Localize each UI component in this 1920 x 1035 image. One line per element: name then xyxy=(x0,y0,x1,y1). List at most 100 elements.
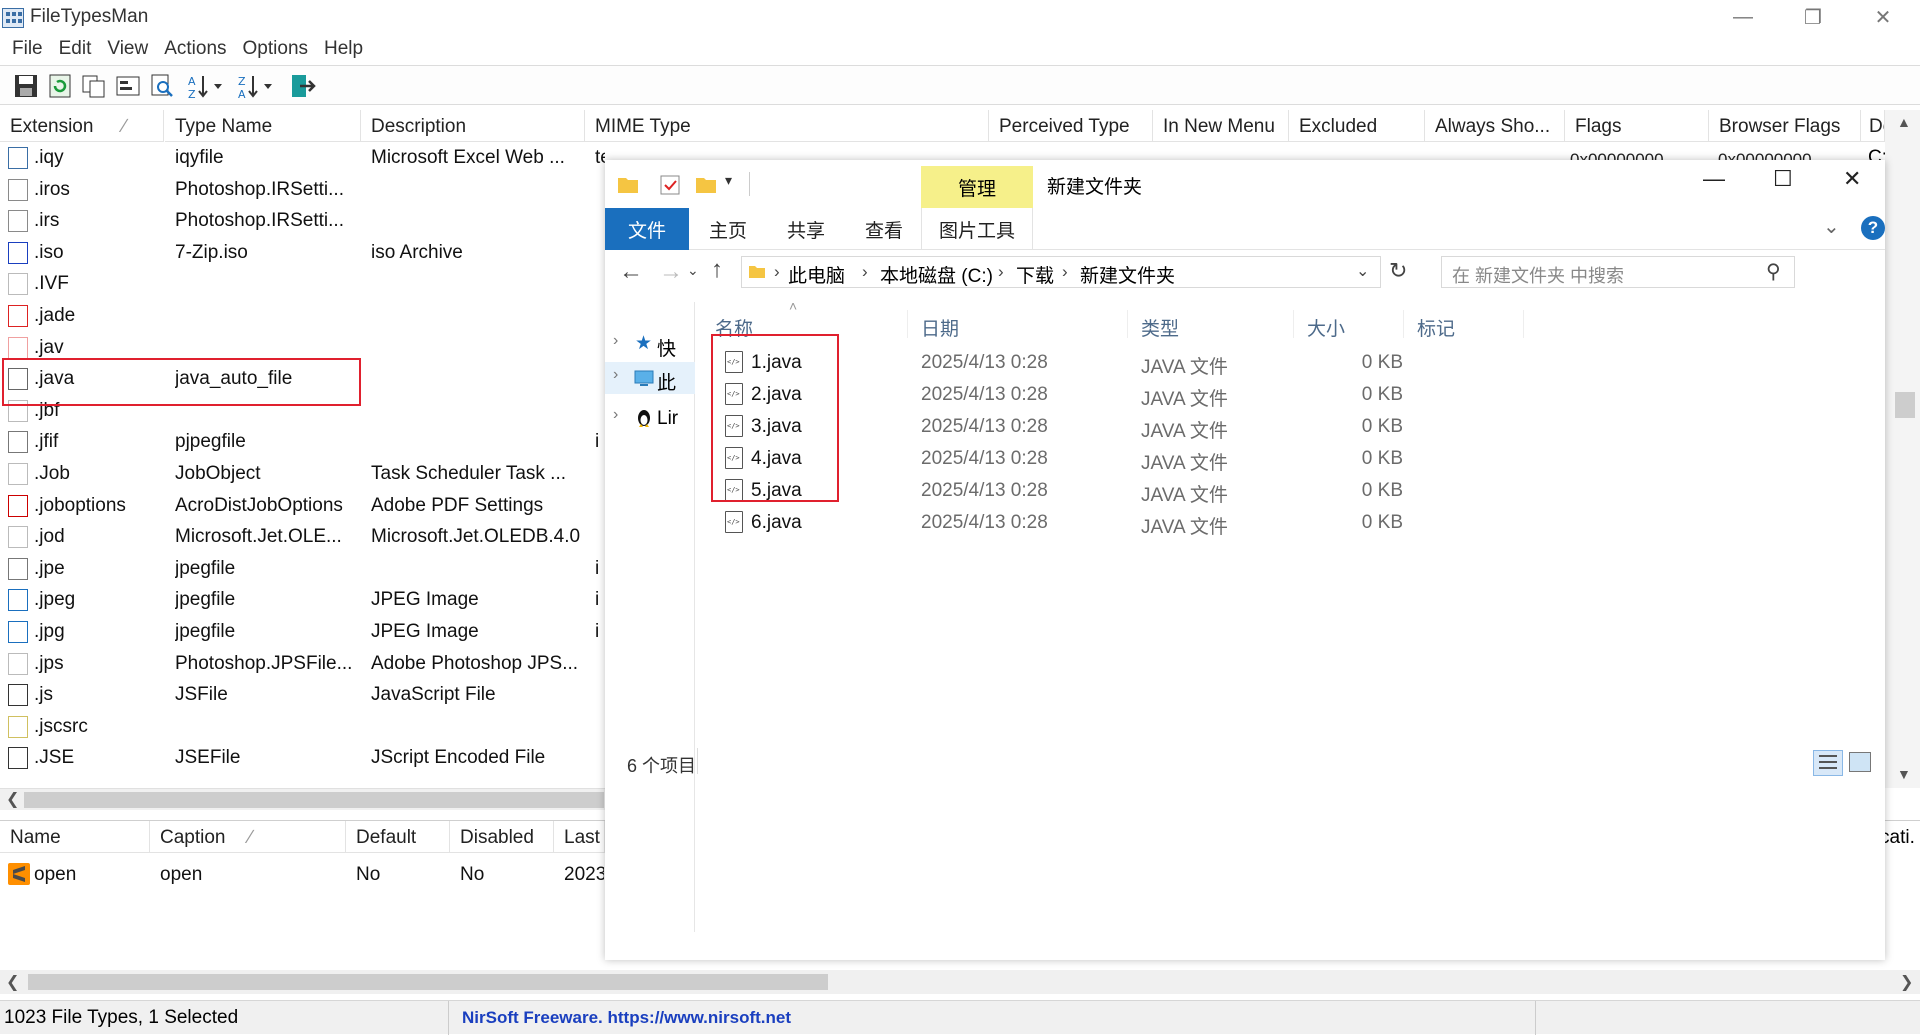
file-type-row[interactable]: .jpg jpegfile JPEG Image i xyxy=(0,616,605,648)
column-header-excluded[interactable]: Excluded xyxy=(1289,110,1425,142)
breadcrumb-this-pc[interactable]: 此电脑 xyxy=(788,261,845,288)
properties-icon[interactable] xyxy=(114,72,142,100)
search-box[interactable]: 在 新建文件夹 中搜索 ⚲ xyxy=(1441,256,1795,288)
search-input[interactable]: 在 新建文件夹 中搜索 xyxy=(1452,262,1624,288)
file-type-row[interactable]: .js JSFile JavaScript File xyxy=(0,679,605,711)
list-horizontal-scroll-thumb[interactable] xyxy=(24,792,604,808)
file-type-row[interactable]: .IVF xyxy=(0,268,605,300)
file-type-row[interactable]: .jscsrc xyxy=(0,711,605,743)
action-row[interactable]: open open No No 2023 xyxy=(0,859,605,891)
scroll-left-icon[interactable]: ❮ xyxy=(6,789,19,809)
column-header-type[interactable]: 类型 xyxy=(1141,314,1179,341)
recent-locations-icon[interactable]: ⌄ xyxy=(687,262,699,279)
menu-edit[interactable]: Edit xyxy=(51,38,100,60)
tab-view[interactable]: 查看 xyxy=(845,208,923,250)
file-type-row[interactable]: .irs Photoshop.IRSetti... xyxy=(0,205,605,237)
file-row[interactable]: 1.java2025/4/13 0:28JAVA 文件0 KB xyxy=(707,346,1885,378)
menu-view[interactable]: View xyxy=(99,38,156,60)
refresh-icon[interactable]: ↻ xyxy=(1389,258,1407,284)
column-header-always-show[interactable]: Always Sho... xyxy=(1425,110,1565,142)
search-icon[interactable]: ⚲ xyxy=(1766,259,1781,284)
file-type-row[interactable]: .jpeg jpegfile JPEG Image i xyxy=(0,584,605,616)
lower-header-name[interactable]: Name xyxy=(0,821,150,853)
menu-file[interactable]: File xyxy=(4,38,51,60)
up-arrow-icon[interactable]: ↑ xyxy=(711,256,723,284)
copy-icon[interactable] xyxy=(80,72,108,100)
properties-check-icon[interactable] xyxy=(659,174,681,196)
file-type-row[interactable]: .iros Photoshop.IRSetti... xyxy=(0,174,605,206)
column-header-description[interactable]: Description xyxy=(361,110,585,142)
close-icon[interactable]: ✕ xyxy=(1843,166,1861,192)
expand-chevron-icon[interactable]: › xyxy=(613,366,618,384)
lower-header-disabled[interactable]: Disabled xyxy=(450,821,554,853)
expand-chevron-icon[interactable]: › xyxy=(613,406,618,424)
manage-tab[interactable]: 管理 xyxy=(921,166,1033,208)
actions-horizontal-scroll-thumb[interactable] xyxy=(28,974,828,990)
scroll-up-icon[interactable]: ▲ xyxy=(1897,114,1911,130)
column-header-perceived-type[interactable]: Perceived Type xyxy=(989,110,1153,142)
minimize-icon[interactable]: — xyxy=(1703,166,1725,192)
column-header-flags[interactable]: Flags xyxy=(1565,110,1709,142)
menu-options[interactable]: Options xyxy=(235,38,316,60)
close-icon[interactable]: ✕ xyxy=(1850,0,1916,34)
list-vertical-scroll-thumb[interactable] xyxy=(1895,392,1915,418)
lower-header-caption[interactable]: Caption ∕ xyxy=(150,821,346,853)
minimize-icon[interactable]: — xyxy=(1710,0,1776,34)
address-bar[interactable]: › 此电脑 › 本地磁盘 (C:) › 下载 › 新建文件夹 ⌄ xyxy=(741,256,1381,288)
details-view-icon[interactable] xyxy=(1813,750,1843,776)
lower-header-default[interactable]: Default xyxy=(346,821,450,853)
maximize-icon[interactable]: ☐ xyxy=(1773,166,1793,192)
list-vertical-scrollbar[interactable]: ▲ ▼ xyxy=(1885,110,1920,788)
file-type-row[interactable]: .jpe jpegfile i xyxy=(0,553,605,585)
file-type-row[interactable]: .jps Photoshop.JPSFile... Adobe Photoshop … xyxy=(0,648,605,680)
column-header-default-icon[interactable]: De xyxy=(1861,110,1885,142)
exit-icon[interactable] xyxy=(288,72,316,100)
file-row[interactable]: 4.java2025/4/13 0:28JAVA 文件0 KB xyxy=(707,442,1885,474)
tab-share[interactable]: 共享 xyxy=(767,208,845,250)
file-row[interactable]: 5.java2025/4/13 0:28JAVA 文件0 KB xyxy=(707,474,1885,506)
file-type-row[interactable]: .iqy iqyfile Microsoft Excel Web ... text/x… xyxy=(0,142,605,174)
scroll-left-icon[interactable]: ❮ xyxy=(6,972,19,992)
sort-descending-icon[interactable]: ZA xyxy=(236,72,278,100)
refresh-icon[interactable] xyxy=(46,72,74,100)
tab-home[interactable]: 主页 xyxy=(689,208,767,250)
large-icons-view-icon[interactable] xyxy=(1849,752,1871,772)
restore-icon[interactable]: ❐ xyxy=(1780,0,1846,34)
ribbon-expand-icon[interactable]: ⌄ xyxy=(1823,214,1840,239)
breadcrumb-downloads[interactable]: 下载 xyxy=(1016,261,1054,288)
column-header-extension[interactable]: Extension ∕ xyxy=(0,110,164,142)
back-arrow-icon[interactable]: ← xyxy=(619,258,643,286)
forward-arrow-icon[interactable]: → xyxy=(659,258,683,286)
column-header-tags[interactable]: 标记 xyxy=(1417,314,1455,341)
help-icon[interactable]: ? xyxy=(1861,216,1885,240)
scroll-right-icon[interactable]: ❯ xyxy=(1900,972,1913,992)
address-dropdown-icon[interactable]: ⌄ xyxy=(1356,261,1369,281)
file-type-row[interactable]: .joboptions AcroDistJobOptions Adobe PDF S… xyxy=(0,490,605,522)
save-icon[interactable] xyxy=(12,72,40,100)
tab-file[interactable]: 文件 xyxy=(605,208,689,250)
file-row[interactable]: 2.java2025/4/13 0:28JAVA 文件0 KB xyxy=(707,378,1885,410)
expand-chevron-icon[interactable]: › xyxy=(613,332,618,350)
nav-item-this-pc[interactable]: › 此 xyxy=(605,362,695,394)
file-type-row[interactable]: .jfif pjpegfile i xyxy=(0,426,605,458)
breadcrumb-local-disk[interactable]: 本地磁盘 (C:) xyxy=(880,261,993,288)
quick-access-dropdown-icon[interactable]: ▾ xyxy=(725,172,732,189)
column-header-browser-flags[interactable]: Browser Flags xyxy=(1709,110,1861,142)
file-type-row[interactable]: .jade xyxy=(0,300,605,332)
column-header-type-name[interactable]: Type Name xyxy=(165,110,361,142)
tab-picture-tools[interactable]: 图片工具 xyxy=(921,208,1033,250)
menu-actions[interactable]: Actions xyxy=(156,38,234,60)
file-type-row[interactable]: .iso 7-Zip.iso iso Archive xyxy=(0,237,605,269)
column-header-date[interactable]: 日期 xyxy=(921,314,959,341)
file-row[interactable]: 6.java 2025/4/13 0:28 JAVA 文件 0 KB xyxy=(707,506,1885,538)
sort-ascending-icon[interactable]: AZ xyxy=(186,72,228,100)
lower-header-last[interactable]: Last xyxy=(554,821,605,853)
nav-item-linux[interactable]: › Lir xyxy=(605,402,695,432)
file-row[interactable]: 3.java2025/4/13 0:28JAVA 文件0 KB xyxy=(707,410,1885,442)
scroll-down-icon[interactable]: ▼ xyxy=(1897,766,1911,782)
breadcrumb-current-folder[interactable]: 新建文件夹 xyxy=(1080,261,1175,288)
column-header-size[interactable]: 大小 xyxy=(1307,314,1345,341)
menu-help[interactable]: Help xyxy=(316,38,371,60)
file-type-row[interactable]: .jod Microsoft.Jet.OLE... Microsoft.Jet.OL… xyxy=(0,521,605,553)
nav-item-quick-access[interactable]: › ★ 快 xyxy=(605,330,695,360)
